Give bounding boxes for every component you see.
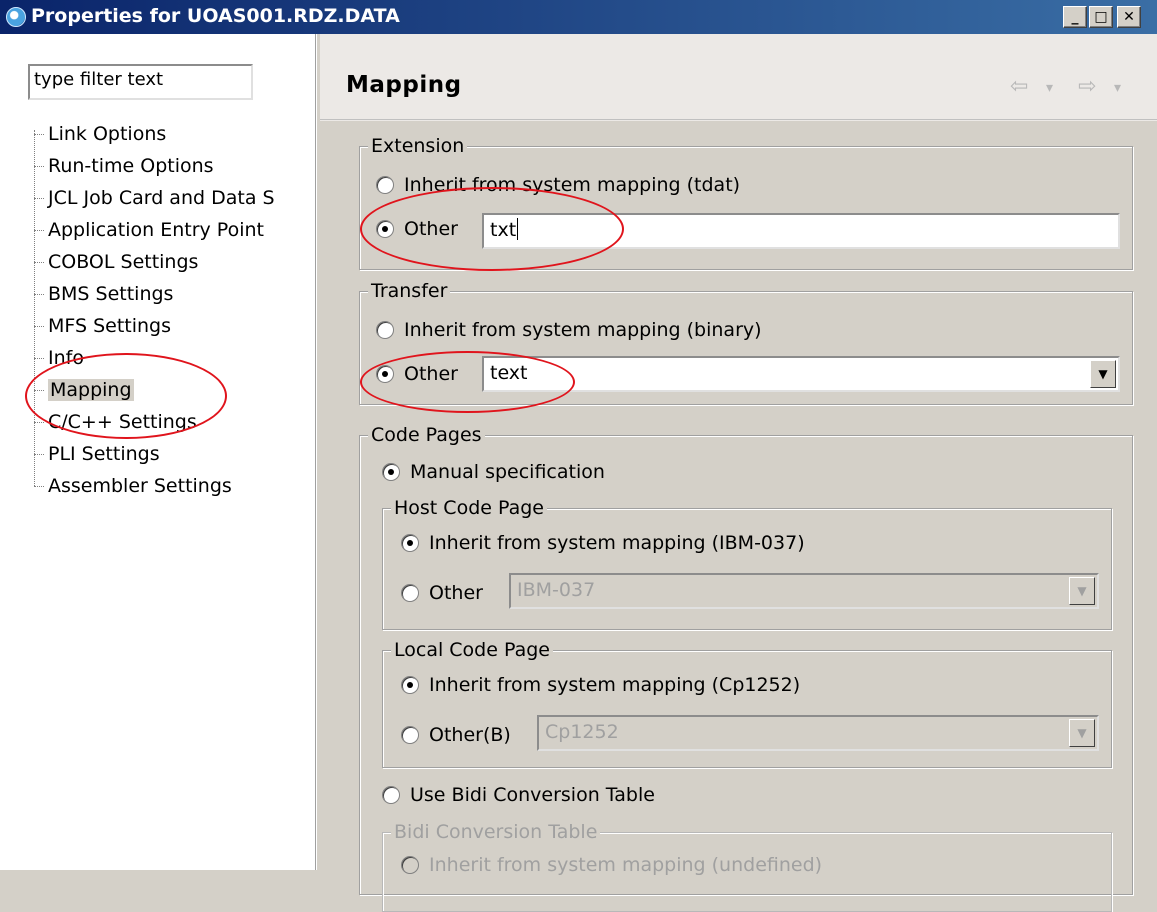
local-code-page-legend: Local Code Page [391, 639, 553, 661]
window-title: Properties for UOAS001.RDZ.DATA [31, 5, 400, 27]
sidebar-item-application-entry-point[interactable]: Application Entry Point [34, 216, 264, 244]
sidebar-item-link-options[interactable]: Link Options [34, 120, 166, 148]
transfer-inherit-option[interactable]: Inherit from system mapping (binary) [376, 318, 762, 342]
sidebar-item-bms-settings[interactable]: BMS Settings [34, 280, 173, 308]
sidebar-item-jcl-job-card[interactable]: JCL Job Card and Data S [34, 184, 275, 212]
page-header: Mapping ⇦ ▾ ⇨ ▾ [320, 34, 1157, 120]
extension-other-label: Other [404, 218, 458, 240]
local-other-radio[interactable] [401, 726, 419, 744]
bidi-conversion-table-group: Bidi Conversion Table Inherit from syste… [382, 821, 1112, 912]
back-menu-chevron-icon[interactable]: ▾ [1046, 80, 1053, 96]
extension-group: Extension Inherit from system mapping (t… [359, 135, 1133, 270]
host-inherit-label: Inherit from system mapping (IBM-037) [429, 532, 805, 554]
manual-specification-radio[interactable] [382, 463, 400, 481]
transfer-inherit-label: Inherit from system mapping (binary) [404, 319, 762, 341]
local-inherit-radio[interactable] [401, 676, 419, 694]
bidi-inherit-radio[interactable] [401, 856, 419, 874]
sidebar-item-runtime-options[interactable]: Run-time Options [34, 152, 214, 180]
sidebar-item-mapping[interactable]: Mapping [34, 376, 134, 404]
code-pages-legend: Code Pages [368, 424, 485, 446]
sidebar-item-assembler-settings[interactable]: Assembler Settings [34, 472, 232, 500]
page-title: Mapping [346, 72, 462, 98]
title-bar: Properties for UOAS001.RDZ.DATA _ □ ✕ [0, 0, 1157, 34]
bidi-option[interactable]: Use Bidi Conversion Table [382, 783, 655, 807]
bidi-label: Use Bidi Conversion Table [410, 784, 655, 806]
transfer-group: Transfer Inherit from system mapping (bi… [359, 280, 1133, 405]
filter-input[interactable]: type filter text [28, 64, 253, 100]
extension-inherit-option[interactable]: Inherit from system mapping (tdat) [376, 173, 740, 197]
host-code-page-legend: Host Code Page [391, 497, 547, 519]
bidi-radio[interactable] [382, 786, 400, 804]
sidebar-item-pli-settings[interactable]: PLI Settings [34, 440, 160, 468]
extension-legend: Extension [368, 135, 468, 157]
transfer-legend: Transfer [368, 280, 451, 302]
sidebar-item-info[interactable]: Info [34, 344, 84, 372]
manual-specification-option[interactable]: Manual specification [382, 460, 605, 484]
sidebar-item-mfs-settings[interactable]: MFS Settings [34, 312, 171, 340]
host-other-option[interactable]: Other [401, 581, 483, 605]
local-inherit-option[interactable]: Inherit from system mapping (Cp1252) [401, 673, 800, 697]
minimize-button[interactable]: _ [1063, 6, 1087, 28]
extension-inherit-label: Inherit from system mapping (tdat) [404, 174, 741, 196]
host-other-radio[interactable] [401, 584, 419, 602]
extension-other-input[interactable]: txt [482, 213, 1120, 249]
transfer-other-option[interactable]: Other [376, 362, 458, 386]
transfer-other-radio[interactable] [376, 365, 394, 383]
local-other-option[interactable]: Other(B) [401, 723, 511, 747]
transfer-inherit-radio[interactable] [376, 321, 394, 339]
sidebar-item-c-cpp-settings[interactable]: C/C++ Settings [34, 408, 197, 436]
sidebar-item-cobol-settings[interactable]: COBOL Settings [34, 248, 198, 276]
transfer-other-select[interactable]: text ▼ [482, 356, 1120, 392]
properties-page: Mapping ⇦ ▾ ⇨ ▾ Extension Inherit from s… [320, 34, 1157, 912]
forward-menu-chevron-icon[interactable]: ▾ [1114, 80, 1121, 96]
forward-arrow-icon[interactable]: ⇨ [1078, 74, 1096, 99]
maximize-button[interactable]: □ [1089, 6, 1113, 28]
host-inherit-radio[interactable] [401, 534, 419, 552]
chevron-down-icon[interactable]: ▼ [1069, 577, 1095, 605]
app-icon [6, 7, 26, 27]
bidi-conversion-table-legend: Bidi Conversion Table [391, 821, 601, 843]
close-button[interactable]: ✕ [1117, 6, 1141, 28]
local-other-label: Other(B) [429, 724, 511, 746]
sidebar: type filter text Link Options Run-time O… [0, 34, 316, 870]
local-code-page-group: Local Code Page Inherit from system mapp… [382, 639, 1112, 768]
local-inherit-label: Inherit from system mapping (Cp1252) [429, 674, 801, 696]
extension-other-option[interactable]: Other [376, 217, 458, 241]
extension-inherit-radio[interactable] [376, 176, 394, 194]
transfer-other-label: Other [404, 363, 458, 385]
host-other-select[interactable]: IBM-037 ▼ [509, 573, 1099, 609]
manual-specification-label: Manual specification [410, 461, 605, 483]
bidi-inherit-option[interactable]: Inherit from system mapping (undefined) [401, 853, 822, 877]
host-other-label: Other [429, 582, 483, 604]
extension-other-radio[interactable] [376, 220, 394, 238]
page-content: Extension Inherit from system mapping (t… [320, 121, 1157, 912]
code-pages-group: Code Pages Manual specification Host Cod… [359, 424, 1133, 912]
back-arrow-icon[interactable]: ⇦ [1010, 74, 1028, 99]
host-inherit-option[interactable]: Inherit from system mapping (IBM-037) [401, 531, 805, 555]
host-code-page-group: Host Code Page Inherit from system mappi… [382, 497, 1112, 630]
chevron-down-icon[interactable]: ▼ [1069, 719, 1095, 747]
local-other-select[interactable]: Cp1252 ▼ [537, 715, 1099, 751]
bidi-inherit-label: Inherit from system mapping (undefined) [429, 854, 823, 876]
chevron-down-icon[interactable]: ▼ [1090, 360, 1116, 388]
